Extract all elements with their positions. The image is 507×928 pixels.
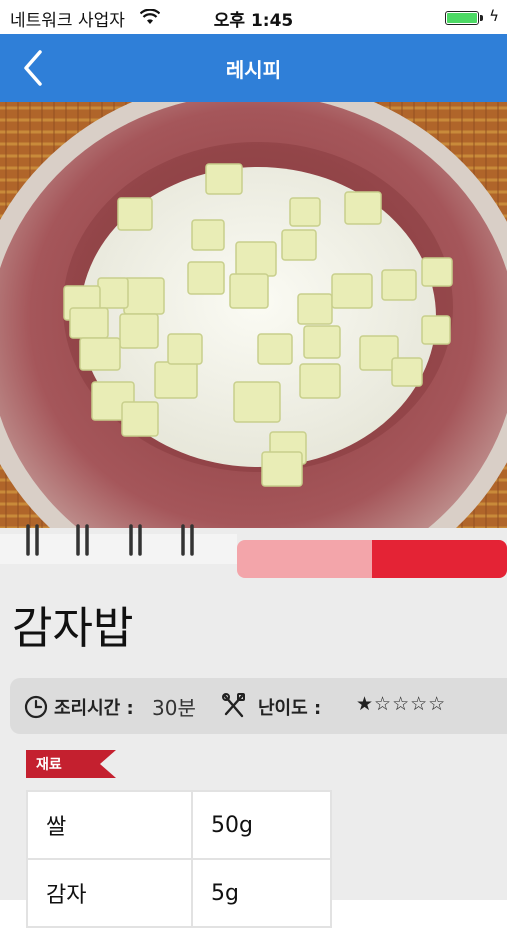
ingredient-name: 감자 xyxy=(26,858,193,928)
binder-rings-icon xyxy=(0,524,237,564)
ingredient-name: 쌀 xyxy=(26,790,193,860)
difficulty-label: 난이도 : xyxy=(258,698,322,719)
ingredient-amount: 50g xyxy=(191,790,332,860)
page-title: 레시피 xyxy=(225,58,282,82)
nav-bar: 레시피 xyxy=(0,34,507,102)
recipe-info-bar: 조리시간 : 30분 난이도 : ★☆☆☆☆ xyxy=(10,678,507,734)
difficulty-stars: ★☆☆☆☆ xyxy=(356,693,447,715)
clock-icon xyxy=(24,695,48,719)
utensils-icon xyxy=(222,693,245,718)
status-time: 오후 1:45 xyxy=(213,11,294,31)
status-bar: 네트워크 사업자 오후 1:45 ϟ xyxy=(0,0,507,34)
charging-icon: ϟ xyxy=(489,7,499,25)
recipe-title: 감자밥 xyxy=(12,603,134,654)
table-row: 쌀 50g xyxy=(26,790,332,860)
ingredient-amount: 5g xyxy=(191,858,332,928)
battery-icon xyxy=(445,11,483,25)
cook-time-label: 조리시간 : xyxy=(54,698,134,719)
header-stripe-pink xyxy=(237,540,377,578)
recipe-card: 감자밥 조리시간 : 30분 난이도 : ★☆☆☆☆ 재료 쌀 50g 감자 5g xyxy=(0,524,507,928)
table-row: 감자 5g xyxy=(26,858,332,928)
recipe-photo xyxy=(0,102,507,528)
header-stripe-red xyxy=(372,540,507,578)
ingredients-tag-label: 재료 xyxy=(36,757,62,773)
ingredients-table: 쌀 50g 감자 5g xyxy=(26,790,332,928)
cook-time-value: 30분 xyxy=(152,696,196,720)
